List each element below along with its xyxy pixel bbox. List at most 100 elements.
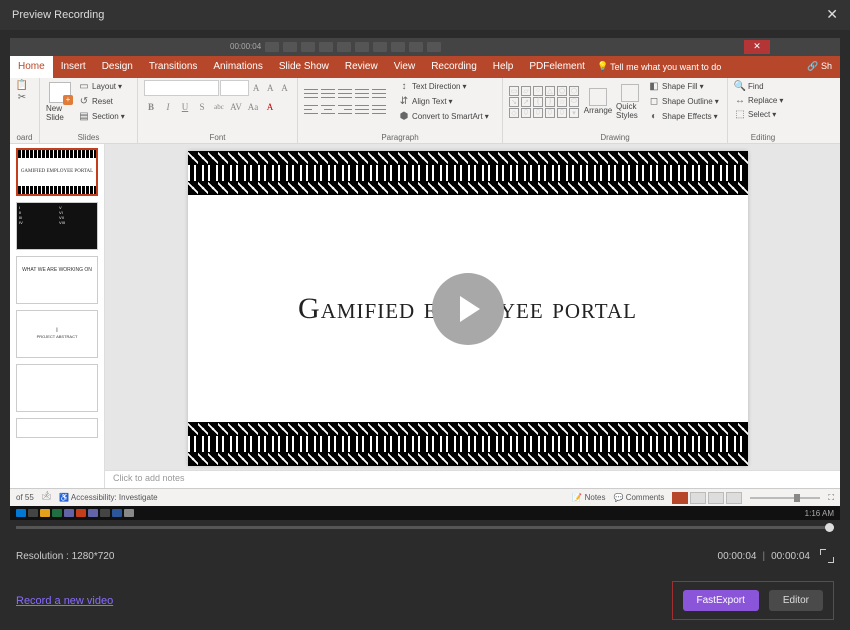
fullscreen-icon[interactable] (820, 549, 834, 563)
indent-inc-icon[interactable] (355, 88, 369, 100)
thumb-4[interactable]: I PROJECT ABSTRACT (16, 310, 98, 358)
thumb-2[interactable]: IIIIIIIVVVIVIIVIII (16, 202, 98, 250)
tab-home[interactable]: Home (10, 56, 53, 78)
smartart-button[interactable]: ⬢Convert to SmartArt ▾ (398, 110, 489, 124)
text-direction-button[interactable]: ↕Text Direction ▾ (398, 80, 489, 94)
line-spacing-icon[interactable] (372, 88, 386, 100)
slide-canvas[interactable]: Gamified employee portal (188, 151, 748, 466)
tab-pdfelement[interactable]: PDFelement (521, 56, 593, 78)
paste-icon[interactable]: 📋 (16, 80, 28, 92)
align-center-icon[interactable] (321, 104, 335, 116)
thumb-1[interactable]: GAMIFIED EMPLOYEE PORTAL (16, 148, 98, 196)
tab-animations[interactable]: Animations (205, 56, 270, 78)
record-new-link[interactable]: Record a new video (16, 595, 113, 607)
tab-transitions[interactable]: Transitions (141, 56, 206, 78)
clear-format-icon[interactable]: A (278, 81, 291, 95)
reading-view-icon[interactable] (708, 492, 724, 504)
tab-view[interactable]: View (386, 56, 424, 78)
thumb-6[interactable] (16, 418, 98, 438)
recorder-close-icon[interactable]: ✕ (744, 40, 770, 54)
ribbon-tabs: Home Insert Design Transitions Animation… (10, 56, 840, 78)
reset-button[interactable]: ↺Reset (78, 95, 125, 109)
increase-font-icon[interactable]: A (250, 81, 263, 95)
align-text-button[interactable]: ⇵Align Text ▾ (398, 95, 489, 109)
preview-controls: Resolution : 1280*720 00:00:04 | 00:00:0… (16, 526, 834, 620)
thumb-3[interactable]: WHAT WE ARE WORKING ON (16, 256, 98, 304)
reset-icon: ↺ (78, 96, 90, 108)
tab-help[interactable]: Help (485, 56, 522, 78)
section-button[interactable]: ▤Section ▾ (78, 110, 125, 124)
taskbar-app[interactable] (88, 509, 98, 517)
indent-dec-icon[interactable] (338, 88, 352, 100)
tell-me-input[interactable]: Tell me what you want to do (610, 62, 721, 72)
new-slide-button[interactable]: New Slide (46, 82, 74, 122)
slide-thumbnails[interactable]: GAMIFIED EMPLOYEE PORTAL IIIIIIIVVVIVIIV… (10, 144, 105, 489)
shapes-gallery[interactable]: ▭▱○△⬠⬡ ↘↗{}☆⬭ ◇⬯⬯⬯⬯▾ (509, 86, 580, 118)
thumb-5[interactable] (16, 364, 98, 412)
taskbar-app[interactable] (124, 509, 134, 517)
find-button[interactable]: 🔍Find (734, 80, 792, 94)
taskbar-app[interactable] (76, 509, 86, 517)
shadow-button[interactable]: abc (212, 100, 226, 114)
case-button[interactable]: Aa (246, 100, 260, 114)
normal-view-icon[interactable] (672, 492, 688, 504)
spacing-button[interactable]: AV (229, 100, 243, 114)
tab-review[interactable]: Review (337, 56, 386, 78)
group-label-font: Font (138, 133, 297, 142)
tab-slideshow[interactable]: Slide Show (271, 56, 337, 78)
cut-icon[interactable]: ✂ (16, 92, 28, 104)
font-color-button[interactable]: A (263, 100, 277, 114)
close-icon[interactable]: ✕ (826, 6, 838, 23)
timeline-slider[interactable] (16, 526, 834, 529)
taskbar-app[interactable] (112, 509, 122, 517)
align-left-icon[interactable] (304, 104, 318, 116)
underline-button[interactable]: U (178, 100, 192, 114)
taskbar-app[interactable] (28, 509, 38, 517)
bullets-icon[interactable] (304, 88, 318, 100)
pp-statusbar: of 55 🖄 ♿ Accessibility: Investigate 📝 N… (10, 488, 840, 506)
shape-outline-button[interactable]: ◻Shape Outline ▾ (648, 95, 719, 109)
fastexport-button[interactable]: FastExport (683, 590, 759, 611)
replace-button[interactable]: ↔Replace ▾ (734, 94, 792, 108)
notes-toggle[interactable]: 📝 Notes (572, 493, 605, 502)
align-right-icon[interactable] (338, 104, 352, 116)
shape-effects-button[interactable]: ◐Shape Effects ▾ (648, 110, 719, 124)
taskbar-app[interactable] (52, 509, 62, 517)
slide-number: of 55 (16, 493, 34, 502)
qa-icon (427, 42, 441, 52)
select-button[interactable]: ⬚Select ▾ (734, 108, 792, 122)
group-label-slides: Slides (40, 133, 137, 142)
zoom-slider[interactable] (750, 497, 820, 499)
tab-recording[interactable]: Recording (423, 56, 485, 78)
layout-button[interactable]: ▭Layout ▾ (78, 80, 125, 94)
taskbar-app[interactable] (64, 509, 74, 517)
strikethrough-button[interactable]: S (195, 100, 209, 114)
sorter-view-icon[interactable] (690, 492, 706, 504)
notes-pane[interactable]: Click to add notes (105, 470, 840, 488)
qa-icon (301, 42, 315, 52)
justify-icon[interactable] (355, 104, 369, 116)
taskbar-app[interactable] (40, 509, 50, 517)
align-text-icon: ⇵ (398, 96, 410, 108)
columns-icon[interactable] (372, 104, 386, 116)
decrease-font-icon[interactable]: A (264, 81, 277, 95)
italic-button[interactable]: I (161, 100, 175, 114)
comments-toggle[interactable]: 💬 Comments (614, 493, 665, 502)
play-icon[interactable] (432, 273, 504, 345)
fit-icon[interactable]: ⛶ (828, 493, 834, 503)
share-button[interactable]: 🔗 Sh (799, 61, 840, 72)
tab-insert[interactable]: Insert (53, 56, 94, 78)
quick-styles-button[interactable]: Quick Styles (616, 84, 644, 120)
shape-fill-button[interactable]: ◧Shape Fill ▾ (648, 80, 719, 94)
editor-button[interactable]: Editor (769, 590, 823, 611)
numbering-icon[interactable] (321, 88, 335, 100)
accessibility-status[interactable]: ♿ Accessibility: Investigate (59, 493, 157, 502)
bold-button[interactable]: B (144, 100, 158, 114)
slideshow-view-icon[interactable] (726, 492, 742, 504)
tab-design[interactable]: Design (94, 56, 141, 78)
taskbar-app[interactable] (100, 509, 110, 517)
replace-icon: ↔ (734, 95, 746, 107)
taskbar-app[interactable] (16, 509, 26, 517)
arrange-button[interactable]: Arrange (584, 88, 612, 115)
time-current: 00:00:04 (718, 551, 757, 562)
